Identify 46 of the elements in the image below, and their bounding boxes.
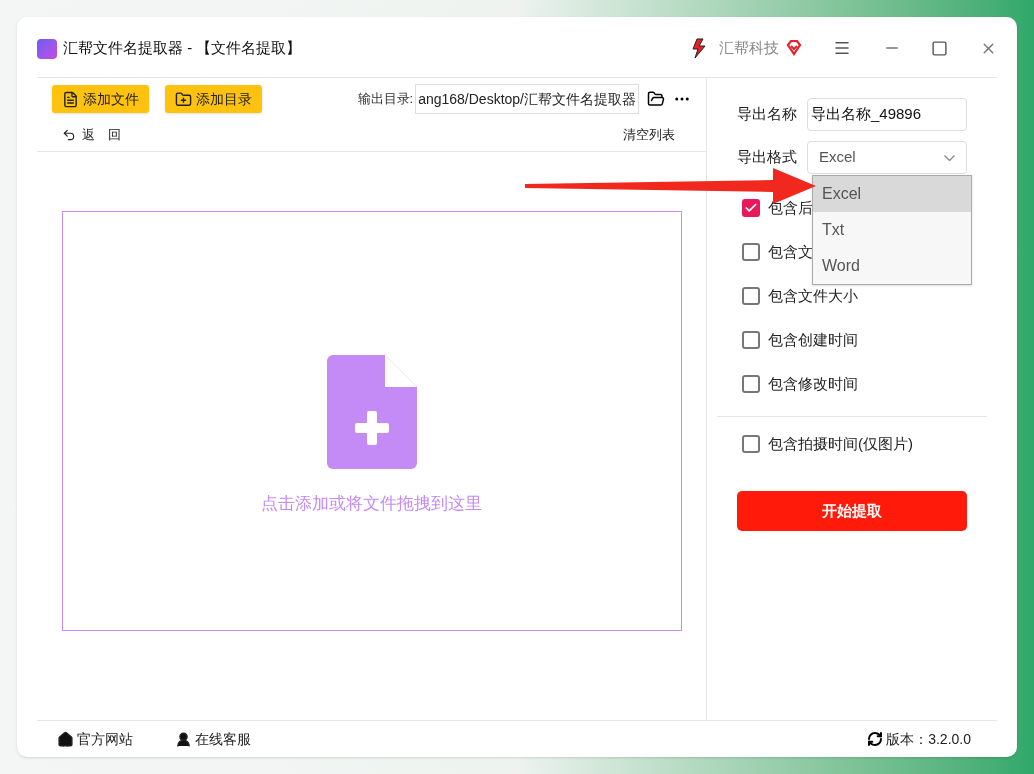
maximize-icon[interactable] <box>931 39 948 57</box>
format-option[interactable]: Excel <box>813 176 971 212</box>
menu-icon[interactable] <box>833 39 851 57</box>
option-label: 包含创建时间 <box>768 329 858 350</box>
refresh-icon <box>867 731 884 747</box>
footer-link[interactable]: 在线客服 <box>175 728 251 750</box>
diamond-icon[interactable] <box>785 39 803 57</box>
app-logo-icon <box>37 39 57 59</box>
format-option[interactable]: Word <box>813 248 971 284</box>
format-option[interactable]: Txt <box>813 212 971 248</box>
home-icon <box>57 730 74 748</box>
back-icon <box>62 127 76 142</box>
option-label: 包含文件大小 <box>768 285 858 306</box>
checkbox[interactable] <box>742 435 760 453</box>
name-label: 导出名称 <box>737 104 797 125</box>
output-label: 输出目录: <box>357 90 414 109</box>
option-label: 包含后 <box>768 197 813 218</box>
clear-list-button[interactable]: 清空列表 <box>623 124 675 145</box>
option-label: 包含修改时间 <box>768 373 858 394</box>
document-icon <box>62 90 79 108</box>
support-agent-icon <box>175 730 192 748</box>
checkbox[interactable] <box>742 199 760 217</box>
checkbox[interactable] <box>742 287 760 305</box>
folder-plus-icon <box>175 90 192 108</box>
window-title: 汇帮文件名提取器 - 【文件名提取】 <box>63 37 302 58</box>
check-icon <box>744 201 758 215</box>
checkbox[interactable] <box>742 375 760 393</box>
start-button[interactable]: 开始提取 <box>737 491 967 531</box>
back-button[interactable]: 返 回 <box>62 124 121 145</box>
drop-hint: 点击添加或将文件拖拽到这里 <box>261 493 482 516</box>
brand-name: 汇帮科技 <box>719 37 779 58</box>
checkbox[interactable] <box>742 331 760 349</box>
version-text: 版本：3.2.0.0 <box>886 729 971 749</box>
option-label: 包含文 <box>768 241 813 262</box>
add-file-icon <box>326 355 417 470</box>
format-label: 导出格式 <box>737 147 797 168</box>
option-label: 包含拍摄时间(仅图片) <box>768 433 913 454</box>
footer-link[interactable]: 官方网站 <box>57 728 133 750</box>
toolbar-button[interactable]: 添加文件 <box>52 85 149 113</box>
folder-icon[interactable] <box>647 90 665 108</box>
checkbox[interactable] <box>742 243 760 261</box>
name-field[interactable]: 导出名称_49896 <box>807 98 967 131</box>
format-dropdown[interactable]: Excel <box>807 141 967 174</box>
chevron-down-icon <box>944 154 955 161</box>
output-path-field[interactable]: ang168/Desktop/汇帮文件名提取器 <box>415 84 639 114</box>
toolbar-button[interactable]: 添加目录 <box>165 85 262 113</box>
